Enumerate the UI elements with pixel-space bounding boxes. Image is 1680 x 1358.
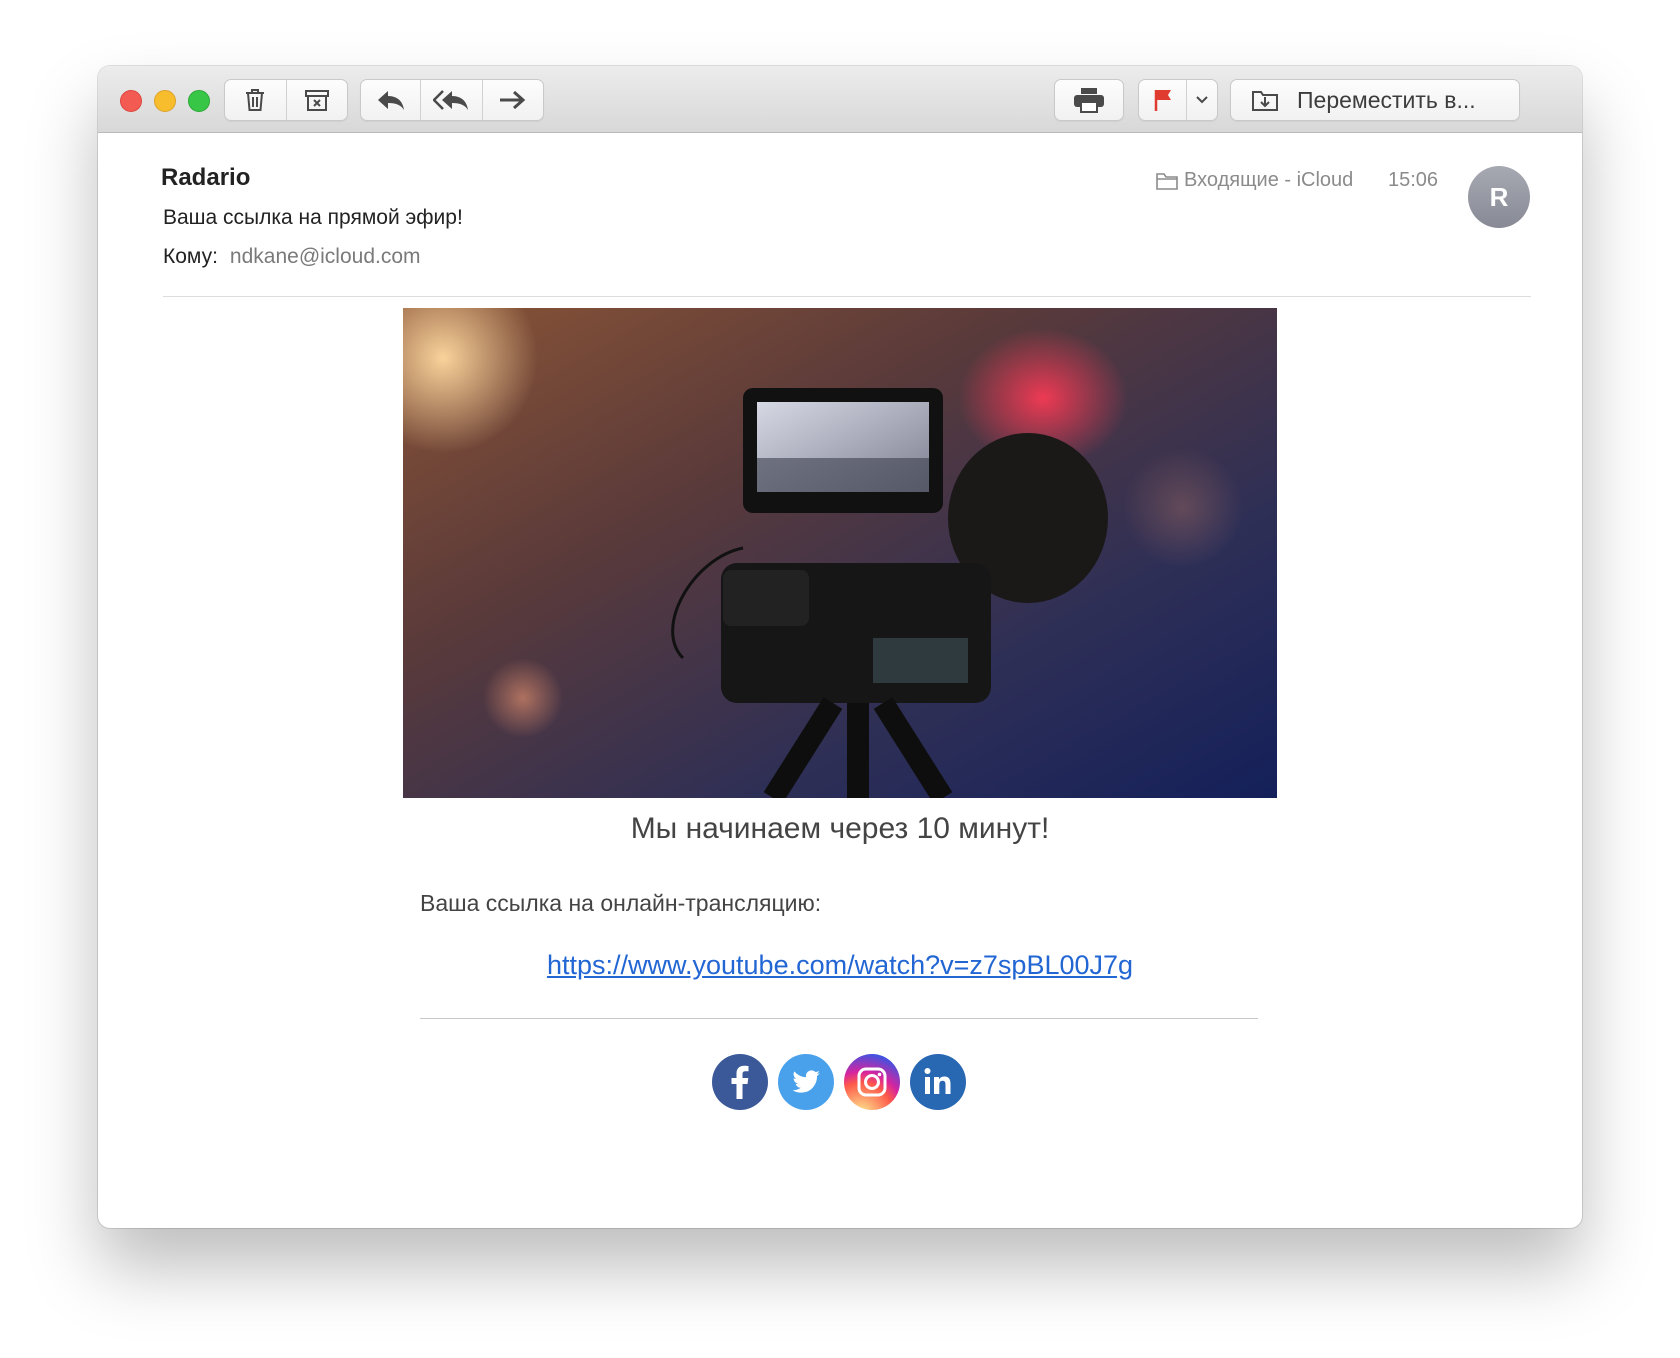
maximize-window-button[interactable] <box>188 90 210 112</box>
trash-icon <box>246 89 265 111</box>
to-label: Кому: <box>163 245 218 268</box>
mailbox-label: Входящие - iCloud <box>1184 169 1354 191</box>
linkedin-icon[interactable] <box>910 1054 966 1110</box>
close-window-button[interactable] <box>120 90 142 112</box>
delete-archive-group <box>224 79 348 121</box>
flag-button[interactable] <box>1139 80 1188 120</box>
flag-menu-button[interactable] <box>1187 80 1217 120</box>
instagram-icon[interactable] <box>844 1054 900 1110</box>
reply-icon <box>377 91 404 110</box>
move-to-button[interactable]: Переместить в... <box>1231 80 1519 120</box>
intro-text: Ваша ссылка на онлайн-трансляцию: <box>420 890 822 916</box>
recipient-address[interactable]: ndkane@icloud.com <box>230 245 421 268</box>
sender-name: Radario <box>161 164 251 191</box>
archive-button[interactable] <box>287 80 348 120</box>
stream-link[interactable]: https://www.youtube.com/watch?v=z7spBL00… <box>403 950 1277 981</box>
mailbox-location[interactable]: Входящие - iCloud <box>1156 169 1353 192</box>
flag-group <box>1138 79 1218 121</box>
toolbar: Переместить в... <box>98 66 1582 133</box>
forward-button[interactable] <box>483 80 543 120</box>
reply-group <box>360 79 544 121</box>
move-to-label: Переместить в... <box>1297 86 1476 113</box>
twitter-icon[interactable] <box>778 1054 834 1110</box>
facebook-icon[interactable] <box>712 1054 768 1110</box>
print-group <box>1054 79 1124 121</box>
reply-button[interactable] <box>361 80 422 120</box>
minimize-window-button[interactable] <box>154 90 176 112</box>
reply-all-icon <box>432 90 468 110</box>
reply-all-button[interactable] <box>421 80 483 120</box>
folder-icon <box>1156 172 1178 190</box>
headline: Мы начинаем через 10 минут! <box>630 812 1050 845</box>
archive-icon <box>304 90 329 111</box>
move-to-folder-icon <box>1252 91 1278 111</box>
move-group: Переместить в... <box>1230 79 1520 121</box>
received-time: 15:06 <box>1388 169 1439 191</box>
header-divider <box>163 296 1531 297</box>
flag-icon <box>1154 90 1171 111</box>
hero-image <box>403 308 1277 798</box>
social-links <box>712 1054 966 1110</box>
body-divider <box>420 1018 1258 1019</box>
print-button[interactable] <box>1055 80 1123 120</box>
avatar: R <box>1468 166 1530 228</box>
delete-button[interactable] <box>225 80 287 120</box>
chevron-down-icon <box>1196 96 1208 104</box>
recipient-row: Кому: ndkane@icloud.com <box>163 245 421 269</box>
mail-window: Переместить в... Radario Ваша ссылка на … <box>98 66 1582 1228</box>
subject: Ваша ссылка на прямой эфир! <box>163 206 463 229</box>
printer-icon <box>1074 88 1104 113</box>
forward-icon <box>499 90 526 110</box>
